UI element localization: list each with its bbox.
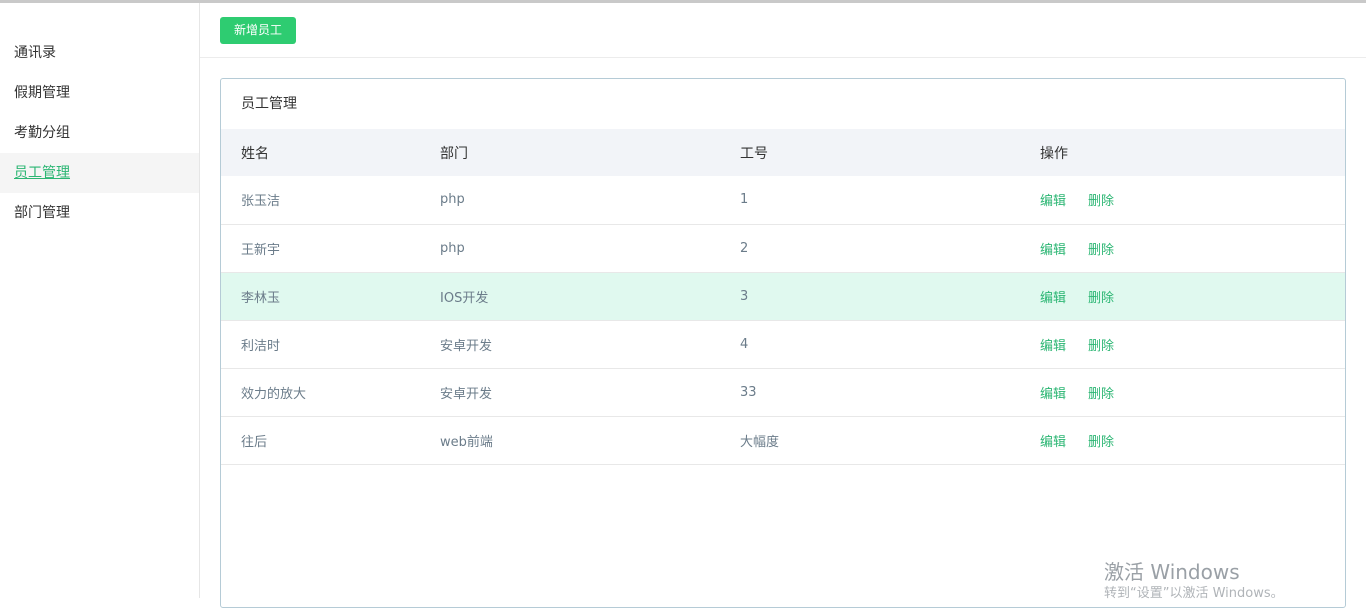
sidebar-item-label: 考勤分组 xyxy=(14,125,70,141)
sidebar-item-label: 员工管理 xyxy=(14,165,70,181)
windows-activation-hint: 转到“设置”以激活 Windows。 xyxy=(1104,586,1284,601)
column-header-name: 姓名 xyxy=(221,129,420,176)
cell-id: 大幅度 xyxy=(720,416,1020,465)
cell-actions: 编辑 删除 xyxy=(1020,368,1345,417)
sidebar-item-departments[interactable]: 部门管理 xyxy=(0,193,199,233)
sidebar-item-contacts[interactable]: 通讯录 xyxy=(0,33,199,73)
delete-link[interactable]: 删除 xyxy=(1088,435,1114,450)
cell-actions: 编辑 删除 xyxy=(1020,272,1345,321)
table-header-row: 姓名 部门 工号 操作 xyxy=(221,129,1345,176)
delete-link[interactable]: 删除 xyxy=(1088,387,1114,402)
edit-link[interactable]: 编辑 xyxy=(1040,387,1066,402)
windows-activation-watermark: 激活 Windows xyxy=(1104,560,1240,584)
table-row: 效力的放大 安卓开发 33 编辑 删除 xyxy=(221,368,1345,417)
delete-link[interactable]: 删除 xyxy=(1088,243,1114,258)
cell-dept: 安卓开发 xyxy=(420,368,720,417)
main-content: 新增员工 员工管理 姓名 部门 工号 操作 张玉洁 php 1 编辑 删除 王新… xyxy=(200,3,1366,608)
sidebar-item-label: 通讯录 xyxy=(14,45,56,61)
edit-link[interactable]: 编辑 xyxy=(1040,339,1066,354)
cell-name: 利洁时 xyxy=(221,320,420,369)
sidebar-item-employees[interactable]: 员工管理 xyxy=(0,153,199,193)
toolbar: 新增员工 xyxy=(200,3,1366,58)
cell-actions: 编辑 删除 xyxy=(1020,176,1345,225)
cell-id: 33 xyxy=(720,368,1020,417)
column-header-id: 工号 xyxy=(720,129,1020,176)
cell-name: 往后 xyxy=(221,416,420,465)
panel-title: 员工管理 xyxy=(241,96,297,112)
cell-dept: web前端 xyxy=(420,416,720,465)
table-row: 利洁时 安卓开发 4 编辑 删除 xyxy=(221,320,1345,369)
sidebar-item-label: 部门管理 xyxy=(14,205,70,221)
column-header-actions: 操作 xyxy=(1020,129,1345,176)
cell-actions: 编辑 删除 xyxy=(1020,416,1345,465)
cell-name: 李林玉 xyxy=(221,272,420,321)
cell-id: 1 xyxy=(720,176,1020,225)
delete-link[interactable]: 删除 xyxy=(1088,291,1114,306)
cell-name: 张玉洁 xyxy=(221,176,420,225)
employee-table: 姓名 部门 工号 操作 张玉洁 php 1 编辑 删除 王新宇 php 2 编辑删 xyxy=(221,129,1345,465)
table-row: 往后 web前端 大幅度 编辑 删除 xyxy=(221,416,1345,465)
table-row: 王新宇 php 2 编辑 删除 xyxy=(221,224,1345,273)
sidebar-item-label: 假期管理 xyxy=(14,85,70,101)
cell-dept: 安卓开发 xyxy=(420,320,720,369)
cell-dept: IOS开发 xyxy=(420,272,720,321)
employee-panel: 员工管理 姓名 部门 工号 操作 张玉洁 php 1 编辑 删除 王新宇 php… xyxy=(220,78,1346,608)
cell-dept: php xyxy=(420,224,720,273)
table-row: 张玉洁 php 1 编辑 删除 xyxy=(221,176,1345,225)
cell-name: 效力的放大 xyxy=(221,368,420,417)
cell-name: 王新宇 xyxy=(221,224,420,273)
table-row-highlighted: 李林玉 IOS开发 3 编辑 删除 xyxy=(221,272,1345,321)
edit-link[interactable]: 编辑 xyxy=(1040,435,1066,450)
cell-actions: 编辑 删除 xyxy=(1020,320,1345,369)
edit-link[interactable]: 编辑 xyxy=(1040,243,1066,258)
cell-id: 4 xyxy=(720,320,1020,369)
cell-id: 2 xyxy=(720,224,1020,273)
delete-link[interactable]: 删除 xyxy=(1088,339,1114,354)
edit-link[interactable]: 编辑 xyxy=(1040,194,1066,209)
sidebar-item-attendance-group[interactable]: 考勤分组 xyxy=(0,113,199,153)
sidebar: 通讯录 假期管理 考勤分组 员工管理 部门管理 xyxy=(0,3,200,598)
cell-actions: 编辑 删除 xyxy=(1020,224,1345,273)
cell-id: 3 xyxy=(720,272,1020,321)
add-employee-button[interactable]: 新增员工 xyxy=(220,17,297,44)
column-header-dept: 部门 xyxy=(420,129,720,176)
delete-link[interactable]: 删除 xyxy=(1088,194,1114,209)
cell-dept: php xyxy=(420,176,720,225)
sidebar-item-leave[interactable]: 假期管理 xyxy=(0,73,199,113)
edit-link[interactable]: 编辑 xyxy=(1040,291,1066,306)
